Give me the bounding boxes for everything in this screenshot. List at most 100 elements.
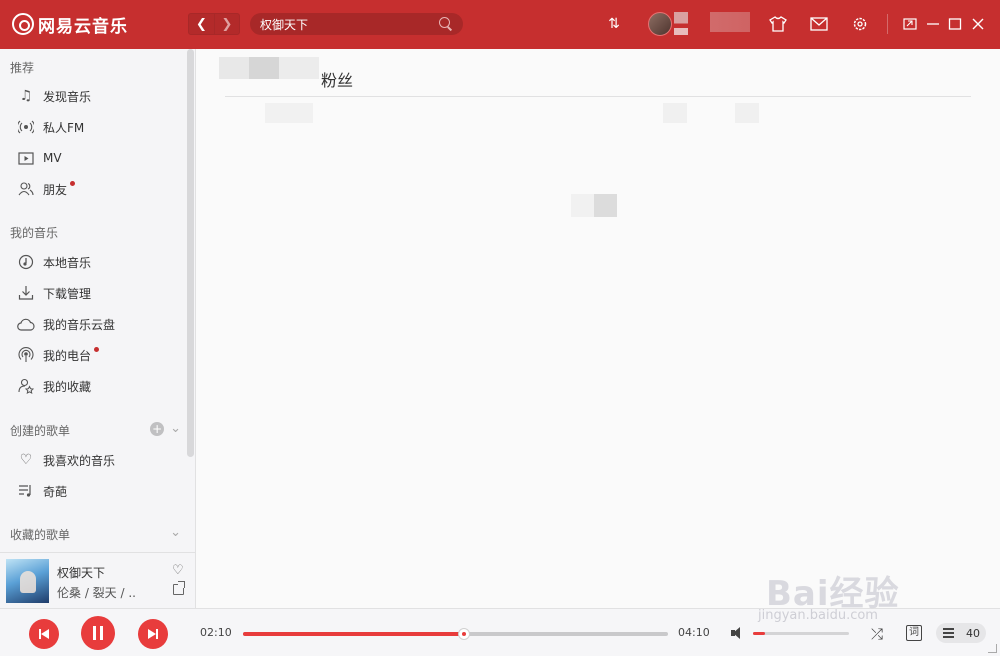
total-time: 04:10: [678, 626, 710, 639]
friends-icon: [17, 180, 35, 198]
notification-dot: [70, 180, 76, 186]
heart-icon: ♡: [19, 452, 33, 468]
playlist-icon: [17, 482, 35, 500]
previous-button[interactable]: [29, 619, 59, 649]
user-avatar[interactable]: [648, 12, 672, 36]
pause-button[interactable]: [81, 616, 115, 650]
sidebar-item-label: 奇葩: [43, 484, 68, 499]
progress-knob[interactable]: [458, 628, 470, 640]
search-box[interactable]: [250, 13, 463, 35]
sidebar-item-downloads[interactable]: 下载管理: [0, 278, 188, 308]
section-title-recommend: 推荐: [10, 61, 35, 75]
next-button[interactable]: [138, 619, 168, 649]
maximize-icon: [948, 18, 962, 30]
album-cover[interactable]: [6, 559, 49, 603]
username-blurred[interactable]: [674, 12, 688, 35]
skin-button[interactable]: [769, 15, 787, 33]
playlist-count: 40: [966, 626, 980, 640]
sidebar-item-playlist[interactable]: 奇葩: [0, 476, 188, 506]
toolbar-divider: [887, 14, 888, 34]
forward-button[interactable]: ❯: [213, 14, 239, 34]
volume-icon[interactable]: [731, 626, 747, 640]
username-blurred: [219, 57, 319, 79]
now-playing-title: 权御天下: [57, 566, 106, 580]
title-divider: [225, 96, 971, 97]
sidebar-item-label: 我的电台: [43, 348, 92, 363]
sidebar-item-label: 我的收藏: [43, 379, 92, 394]
cloud-icon: [17, 315, 35, 333]
minimize-button[interactable]: [924, 15, 942, 33]
sidebar-item-discover[interactable]: ♫ 发现音乐: [0, 81, 188, 111]
settings-button[interactable]: [851, 15, 869, 33]
close-button[interactable]: [969, 15, 987, 33]
minimize-icon: [927, 23, 939, 25]
now-playing-card[interactable]: 权御天下 伦桑 / 裂天 / ... ♡: [0, 552, 196, 608]
mini-mode-icon: [903, 18, 917, 30]
sidebar-item-collection[interactable]: 我的收藏: [0, 371, 188, 401]
chevron-right-icon: ❯: [221, 16, 233, 32]
share-icon[interactable]: [173, 581, 185, 595]
sidebar-item-cloud[interactable]: 我的音乐云盘: [0, 309, 188, 339]
sidebar-item-label: 我的音乐云盘: [43, 317, 116, 332]
sidebar-item-label: MV: [43, 151, 62, 165]
loading-placeholder: [571, 194, 617, 217]
sidebar-item-label: 我喜欢的音乐: [43, 453, 116, 468]
sidebar-item-label: 本地音乐: [43, 255, 92, 270]
chevron-down-icon[interactable]: ⌄: [170, 421, 181, 436]
message-button[interactable]: [810, 15, 828, 33]
pause-icon: [93, 626, 103, 640]
section-title-my-music: 我的音乐: [10, 226, 59, 240]
volume-slider[interactable]: [753, 632, 849, 635]
refresh-icon: ⇅: [608, 16, 620, 32]
refresh-button[interactable]: ⇅: [605, 15, 623, 33]
chevron-down-icon[interactable]: ⌄: [170, 525, 181, 540]
search-icon[interactable]: [439, 17, 453, 31]
local-music-icon: [17, 253, 35, 271]
sidebar-scrollbar[interactable]: [187, 49, 194, 457]
blurred-content: [735, 103, 759, 123]
sidebar-item-label: 私人FM: [43, 120, 85, 135]
user-level-blurred[interactable]: [710, 12, 750, 32]
app-logo[interactable]: 网易云音乐: [12, 11, 128, 37]
settings-icon: [853, 17, 867, 31]
section-title-collected-playlists: 收藏的歌单: [10, 528, 71, 542]
sidebar-item-fm[interactable]: 私人FM: [0, 112, 188, 142]
blurred-content: [663, 103, 687, 123]
sidebar-item-local-music[interactable]: 本地音乐: [0, 247, 188, 277]
blurred-content: [265, 103, 313, 123]
add-playlist-button[interactable]: +: [150, 421, 165, 436]
page-title: 粉丝: [321, 71, 354, 90]
title-bar: 网易云音乐 ❮ ❯ ⇅: [0, 0, 1000, 49]
mini-mode-button[interactable]: [901, 15, 919, 33]
search-input[interactable]: [260, 17, 439, 31]
sidebar-item-my-radio[interactable]: 我的电台: [0, 340, 188, 370]
chevron-left-icon: ❮: [196, 16, 207, 32]
baidu-jingyan-watermark: Bai经验 jingyan.baidu.com: [748, 548, 968, 630]
sidebar-item-liked-music[interactable]: ♡ 我喜欢的音乐: [0, 445, 188, 475]
volume-fill: [753, 632, 765, 635]
download-icon: [17, 284, 35, 302]
notification-dot: [94, 346, 100, 352]
back-button[interactable]: ❮: [189, 14, 214, 34]
sidebar-item-label: 朋友: [43, 182, 68, 197]
skin-icon: [769, 16, 787, 32]
sidebar-item-mv[interactable]: MV: [0, 143, 188, 173]
sidebar-item-friends[interactable]: 朋友: [0, 174, 188, 204]
previous-icon: [39, 629, 49, 639]
progress-fill: [243, 632, 464, 636]
close-icon: [972, 18, 984, 30]
collected-playlists-actions: ⌄: [170, 525, 181, 540]
sidebar-item-label: 下载管理: [43, 286, 92, 301]
video-icon: [17, 149, 35, 167]
created-playlists-actions: + ⌄: [150, 421, 181, 436]
main-content: 粉丝: [197, 49, 1000, 608]
podcast-icon: [17, 346, 35, 364]
maximize-button[interactable]: [946, 15, 964, 33]
history-nav: ❮ ❯: [188, 13, 240, 35]
resize-grip-icon[interactable]: [988, 644, 997, 653]
progress-bar[interactable]: [243, 628, 668, 640]
radio-icon: [17, 118, 35, 136]
collection-icon: [17, 377, 35, 395]
like-heart-icon[interactable]: ♡: [172, 563, 184, 578]
section-title-created-playlists: 创建的歌单: [10, 424, 71, 438]
